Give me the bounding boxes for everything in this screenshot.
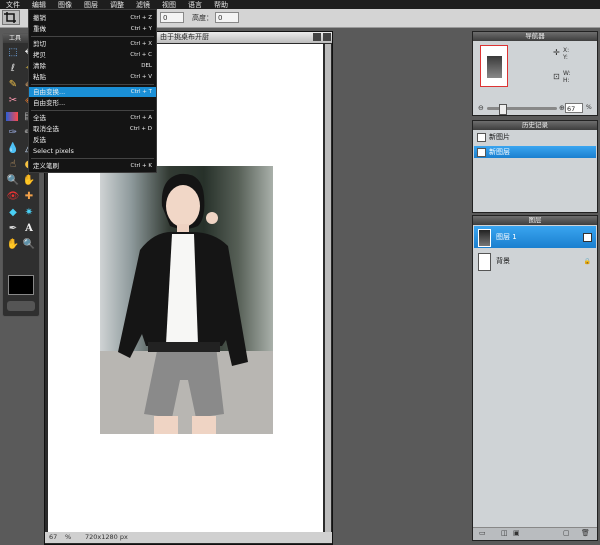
layer-thumbnail: [478, 229, 491, 247]
history-item-icon: [477, 148, 486, 157]
document-status-bar: 67 % 720x1280 px: [45, 532, 332, 543]
smudge-tool-icon[interactable]: ☝: [6, 158, 20, 171]
thumbnail-photo: [487, 56, 502, 78]
marquee-tool-icon[interactable]: ⬚: [6, 46, 20, 59]
h-label: H:: [563, 77, 570, 84]
dodge-tool-icon[interactable]: 🔍: [6, 174, 20, 187]
y-label: Y:: [563, 54, 568, 61]
menu-item-paste[interactable]: 粘贴 Ctrl + V: [29, 72, 156, 82]
crop-tool-indicator[interactable]: [2, 10, 20, 25]
menu-separator: [31, 84, 154, 85]
navigator-panel: 导航器 ✛ X: Y: ⊡ W: H: ⊖ ⊕ 67 %: [472, 31, 598, 116]
menu-separator: [31, 110, 154, 111]
burn-tool-icon[interactable]: ✋: [22, 174, 36, 187]
w-label: W:: [563, 70, 571, 77]
photo-image: [100, 166, 273, 434]
history-item[interactable]: 新图片: [474, 131, 596, 143]
menu-item-copy[interactable]: 拷贝 Ctrl + C: [29, 50, 156, 60]
menu-item-clear[interactable]: 清除 DEL: [29, 61, 156, 71]
layer-row-selected[interactable]: 图层 1: [474, 226, 596, 248]
menu-item-redo[interactable]: 重做 Ctrl + Y: [29, 24, 156, 34]
blur-tool-icon[interactable]: 💧: [6, 142, 20, 155]
spot-heal-tool-icon[interactable]: ✚: [22, 190, 36, 203]
foreground-color-swatch[interactable]: [8, 275, 34, 295]
girl-photo-illustration: [100, 173, 273, 434]
menu-separator: [31, 158, 154, 159]
lasso-tool-icon[interactable]: ℓ: [6, 62, 20, 75]
layers-panel: 图层 图层 1 背景 🔒 ▭ ◫ ▣ ▢ 🗑: [472, 215, 598, 541]
zoom-slider[interactable]: [487, 104, 557, 115]
type-tool-icon[interactable]: A: [22, 222, 36, 235]
height-label: 高度：: [192, 14, 213, 22]
pencil-tool-icon[interactable]: ✎: [6, 78, 20, 91]
replace-color-icon[interactable]: ✑: [6, 126, 20, 139]
menu-item-select-all[interactable]: 全选 Ctrl + A: [29, 113, 156, 123]
color-swatch-row[interactable]: [7, 301, 35, 311]
bloat-tool-icon[interactable]: ◆: [6, 206, 20, 219]
menu-item-undo[interactable]: 撤销 Ctrl + Z: [29, 13, 156, 23]
menu-item-deselect[interactable]: 取消全选 Ctrl + D: [29, 124, 156, 134]
redeye-tool-icon[interactable]: 👁: [6, 190, 20, 203]
zoom-value[interactable]: 67: [49, 532, 57, 543]
crosshair-icon: ✛: [553, 48, 560, 57]
history-panel: 历史记录 新图片 新图层: [472, 120, 598, 213]
menu-separator: [31, 36, 154, 37]
new-layer-icon[interactable]: ▢: [563, 529, 570, 537]
delete-layer-icon[interactable]: 🗑: [581, 529, 590, 537]
menu-item-free-distort[interactable]: 自由变形...: [29, 98, 156, 108]
size-icon: ⊡: [553, 72, 560, 81]
navigator-thumbnail[interactable]: [480, 45, 508, 87]
navigator-title: 导航器: [473, 32, 597, 41]
zoom-in-icon[interactable]: ⊕: [559, 104, 565, 112]
layer-thumbnail: [478, 253, 491, 271]
zoom-unit: %: [65, 533, 72, 541]
edit-menu-dropdown: 撤销 Ctrl + Z 重做 Ctrl + Y 剪切 Ctrl + X 拷贝 Ctrl …: [28, 9, 157, 173]
navigator-zoom-input[interactable]: 67: [565, 103, 583, 113]
menu-item-define-brush[interactable]: 定义笔刷 Ctrl + K: [29, 161, 156, 171]
crop-icon: [4, 12, 16, 23]
x-label: X:: [563, 47, 570, 54]
menu-item-free-transform[interactable]: 自由变换... Ctrl + T: [29, 87, 156, 97]
vertical-scrollbar[interactable]: [325, 44, 331, 532]
zoom-tool-icon[interactable]: 🔍: [22, 238, 36, 251]
document-title: 由于挑桌布开厨: [160, 33, 209, 41]
layer-styles-icon[interactable]: ▭: [479, 529, 486, 537]
menu-item-select-pixels[interactable]: Select pixels: [29, 146, 156, 156]
layers-title: 图层: [473, 216, 597, 225]
menu-item-invert-selection[interactable]: 反选: [29, 135, 156, 145]
menu-bar: 文件 编辑 图像 图层 调整 滤镜 视图 语言 帮助: [0, 0, 600, 9]
layers-toolbar: ▭ ◫ ▣ ▢ 🗑: [473, 527, 597, 540]
gradient-tool-icon[interactable]: [6, 110, 20, 123]
history-title: 历史记录: [473, 121, 597, 130]
image-size: 720x1280 px: [85, 533, 128, 541]
hand-tool-icon[interactable]: ✋: [6, 238, 20, 251]
menu-item-cut[interactable]: 剪切 Ctrl + X: [29, 39, 156, 49]
zoom-percent-icon: %: [586, 104, 592, 111]
width-input[interactable]: 0: [160, 12, 184, 23]
eraser-tool-icon[interactable]: ✂: [6, 94, 20, 107]
layer-visibility-checkbox[interactable]: [583, 233, 592, 242]
lock-icon: 🔒: [583, 258, 591, 265]
height-input[interactable]: 0: [215, 12, 239, 23]
layer-row[interactable]: 背景 🔒: [474, 250, 596, 272]
zoom-slider-handle[interactable]: [499, 104, 507, 115]
close-icon[interactable]: [323, 33, 331, 41]
pinch-tool-icon[interactable]: ✷: [22, 206, 36, 219]
minimize-icon[interactable]: [313, 33, 321, 41]
layer-mask-icon[interactable]: ◫: [501, 529, 508, 537]
layer-folder-icon[interactable]: ▣: [513, 529, 520, 537]
history-item-icon: [477, 133, 486, 142]
history-item-selected[interactable]: 新图层: [474, 146, 596, 158]
color-picker-tool-icon[interactable]: ✒: [6, 222, 20, 235]
zoom-out-icon[interactable]: ⊖: [478, 104, 484, 112]
